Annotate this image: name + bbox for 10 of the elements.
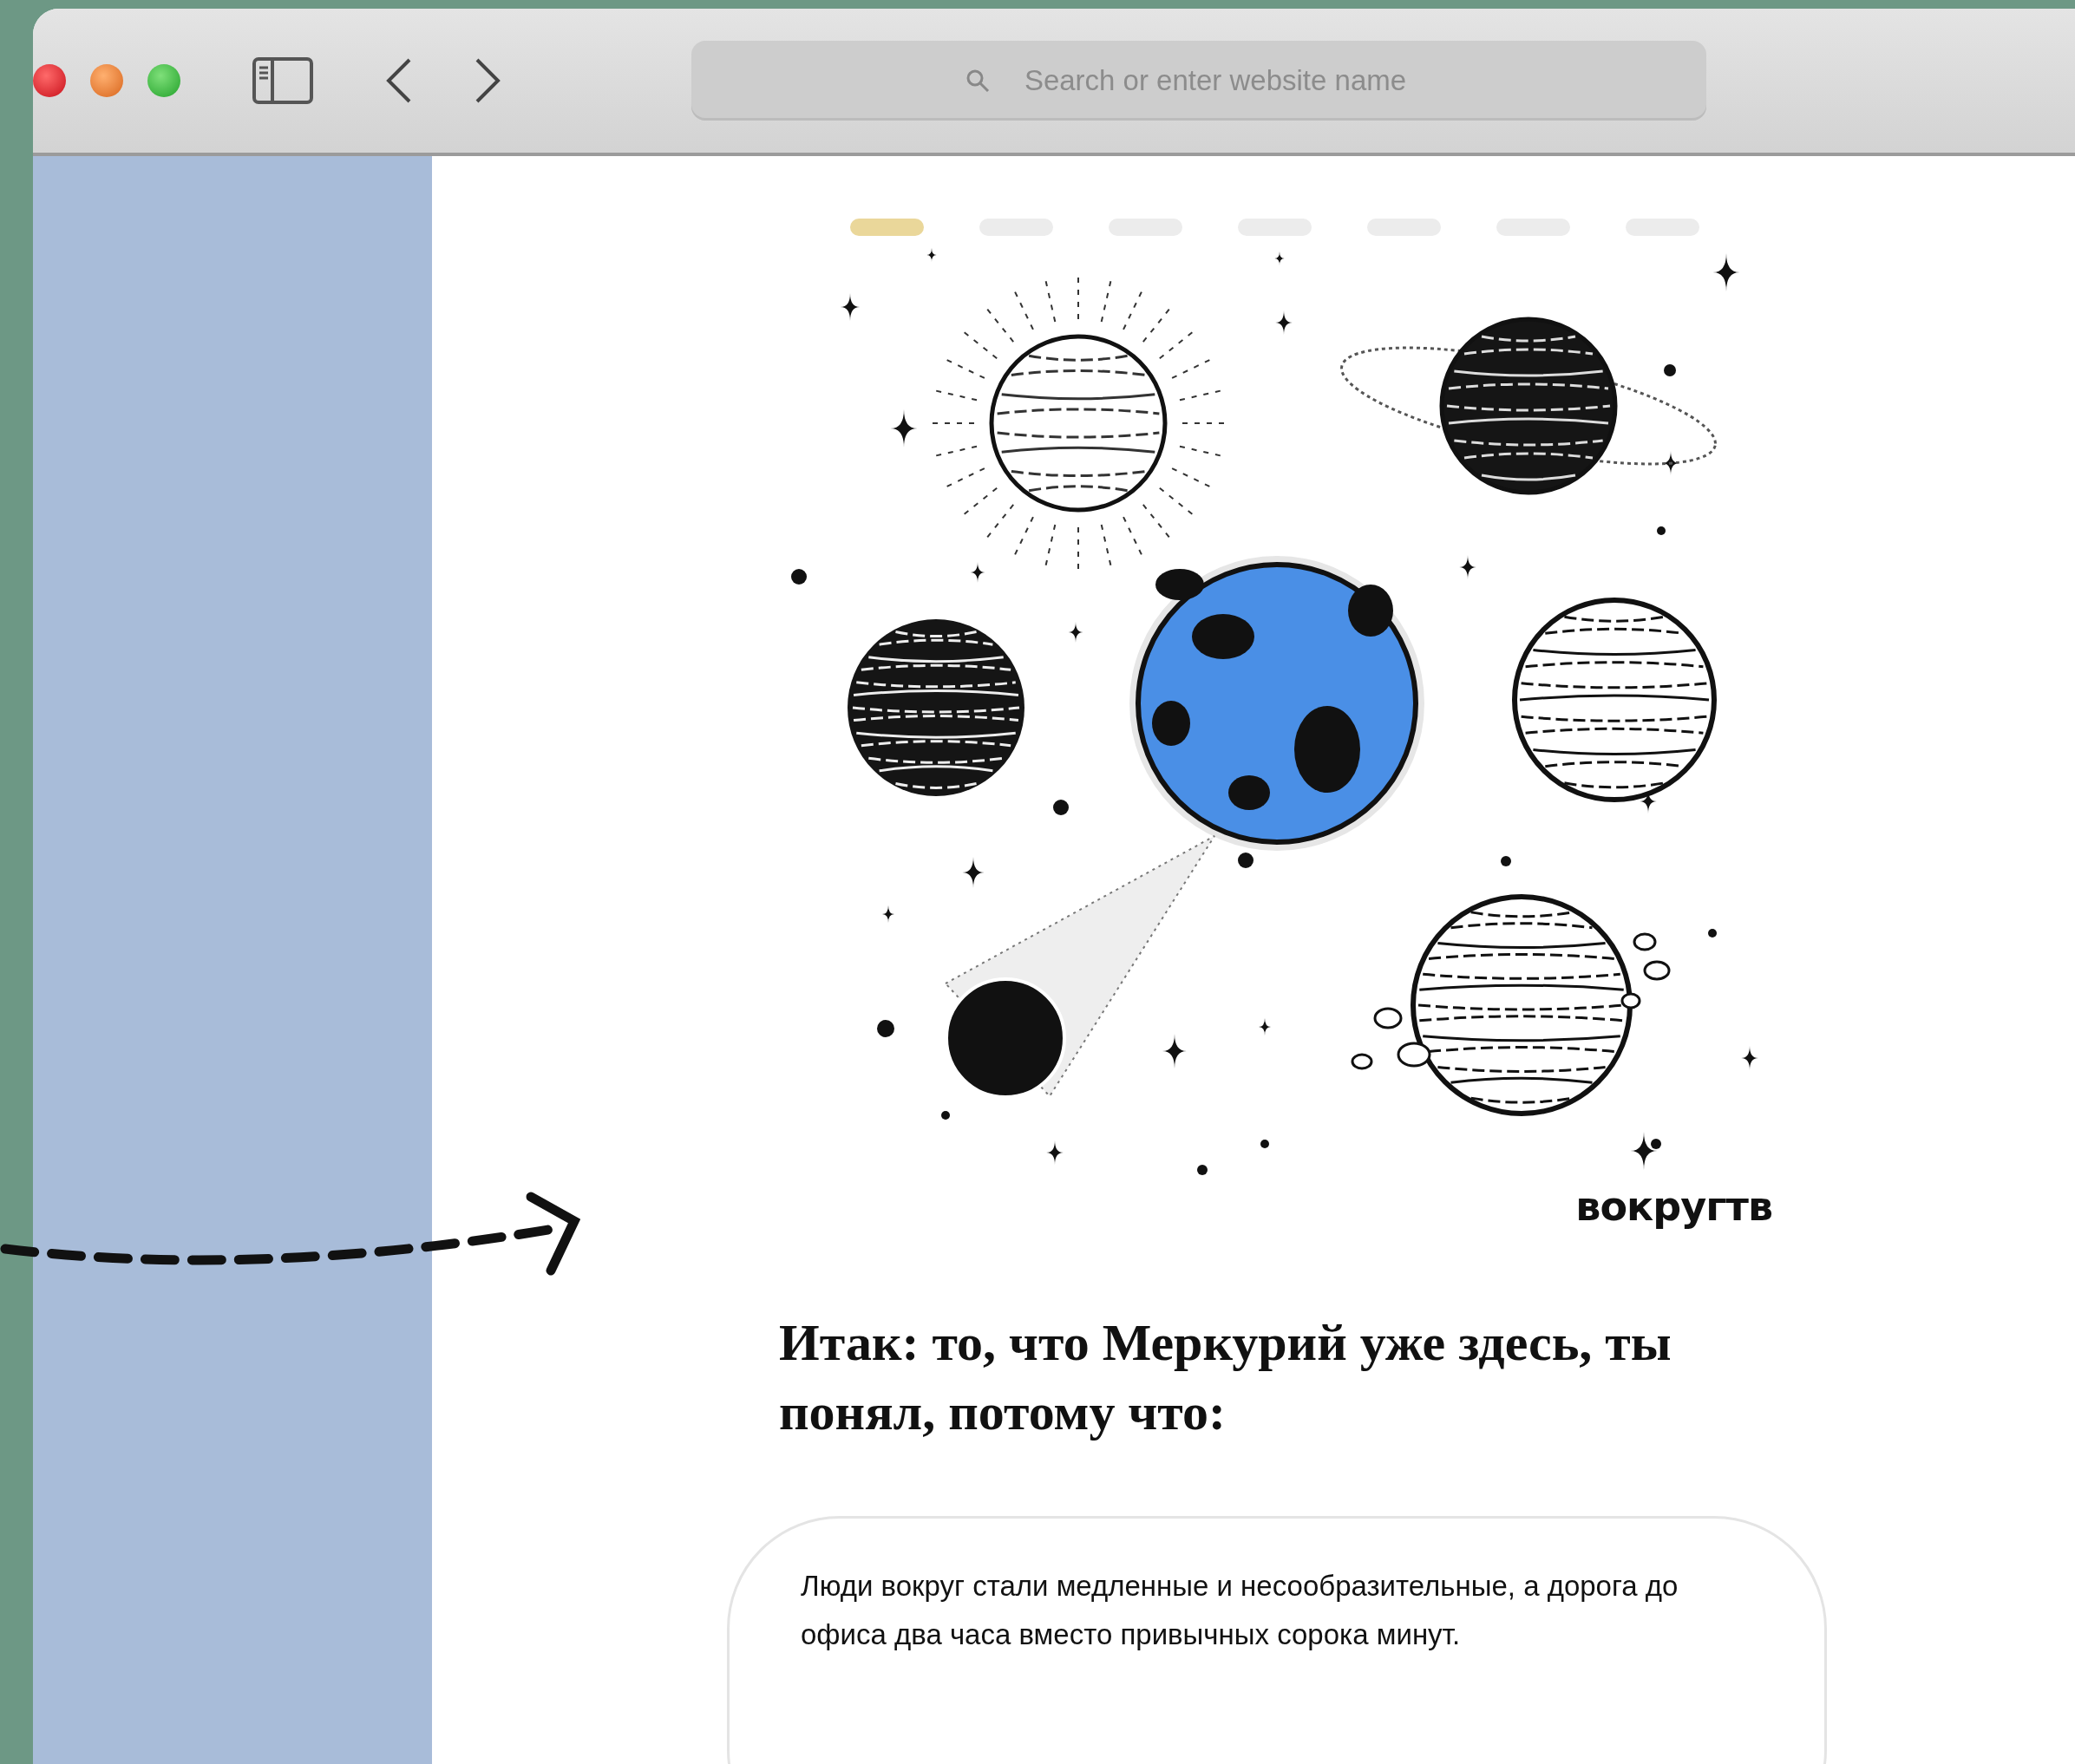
minimize-button[interactable]	[90, 64, 123, 97]
sidebar-toggle-icon[interactable]	[252, 56, 314, 105]
question-title: Итак: то, что Меркурий уже здесь, ты понял, потому что:	[779, 1313, 1672, 1442]
close-button[interactable]	[33, 64, 66, 97]
answer-option[interactable]: Люди вокруг стали медленные и несообразительные, а дорога до офиса два часа вместо привычных сорока минут.	[727, 1516, 1827, 1764]
maximize-button[interactable]	[147, 64, 180, 97]
search-icon	[965, 69, 990, 93]
address-bar[interactable]: Search or enter website name	[691, 41, 1706, 121]
progress-step[interactable]	[850, 219, 924, 236]
credit-logo: вокругтв	[1575, 1183, 1772, 1230]
